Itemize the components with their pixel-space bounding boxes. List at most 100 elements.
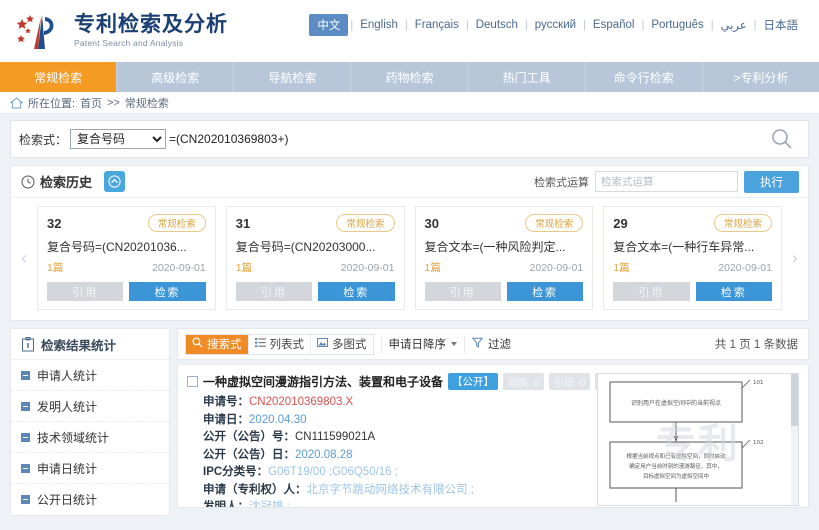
home-icon	[9, 96, 24, 109]
lang-option-ru[interactable]: русский	[528, 19, 583, 31]
history-card-search-button[interactable]: 检索	[129, 282, 206, 301]
lang-option-ar[interactable]: عربي	[714, 18, 754, 32]
nav-item-command-search[interactable]: 命令行检索	[586, 62, 703, 92]
expression-operation-input[interactable]	[595, 171, 738, 192]
sidebar-item-application-date-stats[interactable]: 申请日统计	[11, 453, 169, 484]
history-card-meta: 1篇 2020-09-01	[47, 260, 206, 275]
collapse-up-icon[interactable]	[104, 171, 126, 192]
expand-square-icon	[21, 495, 30, 504]
history-card-reference-button[interactable]: 引用	[47, 282, 124, 301]
lang-option-pt[interactable]: Português	[644, 19, 710, 31]
lang-option-fr[interactable]: Français	[408, 19, 466, 31]
history-card[interactable]: 30 常规检索 复合文本=(一种风险判定... 1篇 2020-09-01 引用…	[414, 206, 594, 310]
history-card-reference-button[interactable]: 引用	[235, 282, 313, 301]
history-card-top: 29 常规检索	[613, 214, 772, 232]
history-card-search-button[interactable]: 检索	[695, 282, 772, 301]
view-mode-group: 搜索式 列表式 多图式	[185, 333, 374, 355]
filter-label: 过滤	[488, 339, 511, 351]
history-card-tag: 常规检索	[336, 214, 395, 232]
sidebar-item-tech-field-stats[interactable]: 技术领域统计	[11, 422, 169, 453]
results-list: 一种虚拟空间漫游指引方法、装置和电子设备 【公开】 同族: 0 引证: 0 被引…	[177, 365, 809, 508]
svg-text:101: 101	[753, 380, 764, 386]
view-mode-label: 搜索式	[207, 339, 242, 351]
field-label: IPC分类号：	[203, 466, 269, 478]
lang-option-ja[interactable]: 日本語	[757, 17, 806, 33]
nav-item-hot-tools[interactable]: 热门工具	[469, 62, 586, 92]
search-history-header: 检索历史 检索式运算 执行	[11, 166, 808, 198]
sidebar-item-inventor-stats[interactable]: 发明人统计	[11, 391, 169, 422]
thumbnail-scrollbar-track[interactable]	[791, 374, 798, 505]
lang-option-zh[interactable]: 中文	[309, 14, 349, 36]
filter-button[interactable]: 过滤	[471, 336, 511, 352]
history-card-tag: 常规检索	[147, 214, 206, 232]
svg-text:确定用户当前时刻的漫游路径，其中，: 确定用户当前时刻的漫游路径，其中，	[629, 462, 723, 470]
result-thumbnail[interactable]: 识别用户在虚拟空间中的当前视点 101 根据当前视点和已有虚拟空间，同时启动 确…	[597, 373, 799, 506]
history-card-count: 1篇	[235, 262, 253, 274]
execute-button[interactable]: 执行	[744, 170, 799, 193]
language-switcher: 中文 | English | Français | Deutsch | русс…	[309, 14, 805, 36]
thumbnail-scrollbar-thumb[interactable]	[791, 374, 798, 426]
brand-logo[interactable]: 专利检索及分析 Patent Search and Analysis	[14, 9, 228, 53]
nav-item-navigation-search[interactable]: 导航检索	[234, 62, 352, 92]
history-card-top: 31 常规检索	[236, 214, 395, 232]
history-card-reference-button[interactable]: 引用	[424, 282, 501, 301]
history-card-search-button[interactable]: 检索	[318, 282, 395, 301]
nav-item-regular-search[interactable]: 常规检索	[0, 62, 118, 92]
field-value[interactable]: CN202010369803.X	[249, 396, 353, 408]
field-value[interactable]: 沈冠雄 ;	[249, 501, 290, 507]
history-card-reference-button[interactable]: 引用	[613, 282, 690, 301]
search-history-title: 检索历史	[40, 175, 93, 190]
status-badge: 【公开】	[448, 373, 499, 390]
result-title[interactable]: 一种虚拟空间漫游指引方法、装置和电子设备	[203, 373, 443, 390]
history-card-count: 1篇	[613, 262, 630, 274]
expand-square-icon	[21, 401, 30, 411]
field-inventor: 发明人：沈冠雄 ;	[203, 499, 589, 507]
result-checkbox[interactable]	[187, 376, 198, 387]
main-navigation: 常规检索 高级检索 导航检索 药物检索 热门工具 命令行检索 >专利分析	[0, 62, 819, 92]
history-card-number: 30	[424, 215, 439, 231]
field-label: 公开（公告）日：	[203, 448, 295, 461]
sidebar-item-publication-date-stats[interactable]: 公开日统计	[11, 484, 169, 515]
nav-item-advanced-search[interactable]: 高级检索	[117, 62, 235, 92]
field-value[interactable]: G06T19/00 ;G06Q50/16 ;	[268, 466, 398, 478]
sort-dropdown[interactable]: 申请日降序	[389, 336, 457, 352]
history-card-list: 32 常规检索 复合号码=(CN20201036... 1篇 2020-09-0…	[35, 206, 784, 310]
expand-square-icon	[21, 463, 30, 473]
history-card-top: 30 常规检索	[425, 214, 584, 232]
view-mode-list[interactable]: 列表式	[249, 334, 311, 354]
clock-icon	[21, 175, 35, 189]
view-mode-expression[interactable]: 搜索式	[186, 334, 249, 354]
nav-item-drug-search[interactable]: 药物检索	[351, 62, 469, 92]
carousel-prev-button[interactable]: ‹	[13, 248, 35, 268]
list-icon	[254, 337, 266, 351]
search-expression-value[interactable]: =(CN202010369803+)	[169, 132, 288, 146]
svg-text:102: 102	[753, 440, 764, 446]
lang-option-en[interactable]: English	[353, 19, 405, 31]
sidebar-item-applicant-stats[interactable]: 申请人统计	[11, 360, 169, 391]
carousel-next-button[interactable]: ›	[784, 248, 806, 268]
breadcrumb-current: 常规检索	[124, 97, 169, 110]
sidebar-item-label: 申请人统计	[37, 368, 98, 383]
lang-option-de[interactable]: Deutsch	[469, 19, 525, 31]
field-value[interactable]: 北京字节跳动网络技术有限公司 ;	[307, 484, 474, 496]
history-card-expression: 复合文本=(一种风险判定...	[424, 240, 566, 254]
svg-text:根据当前视点和已有虚拟空间，同时启动: 根据当前视点和已有虚拟空间，同时启动	[626, 452, 726, 460]
statistics-sidebar: 检索结果统计 申请人统计 发明人统计 技术领域统计 申请日统计 公开日统计	[10, 328, 170, 516]
history-card[interactable]: 31 常规检索 复合号码=(CN20203000... 1篇 2020-09-0…	[225, 206, 405, 310]
breadcrumb-home-link[interactable]: 首页	[80, 95, 102, 111]
history-card-actions: 引用 检索	[47, 282, 206, 301]
search-history-panel: 检索历史 检索式运算 执行 ‹ 32 常规检索	[10, 165, 809, 321]
site-header: 专利检索及分析 Patent Search and Analysis 中文 | …	[0, 0, 819, 62]
field-label: 申请（专利权）人：	[203, 483, 307, 496]
search-field-select[interactable]: 复合号码 复合文本 申请号 公开号	[70, 129, 167, 149]
view-mode-gallery[interactable]: 多图式	[311, 335, 373, 354]
search-icon[interactable]	[770, 127, 794, 151]
lang-option-es[interactable]: Español	[586, 19, 642, 31]
history-card[interactable]: 29 常规检索 复合文本=(一种行车异常... 1篇 2020-09-01 引用…	[603, 206, 782, 310]
history-card-search-button[interactable]: 检索	[506, 282, 584, 301]
statistics-panel: 检索结果统计 申请人统计 发明人统计 技术领域统计 申请日统计 公开日统计	[10, 328, 170, 516]
history-card[interactable]: 32 常规检索 复合号码=(CN20201036... 1篇 2020-09-0…	[37, 206, 216, 310]
nav-item-patent-analysis[interactable]: >专利分析	[703, 62, 819, 92]
history-card-meta: 1篇 2020-09-01	[613, 260, 772, 275]
search-expression-label: 检索式：	[19, 132, 68, 147]
